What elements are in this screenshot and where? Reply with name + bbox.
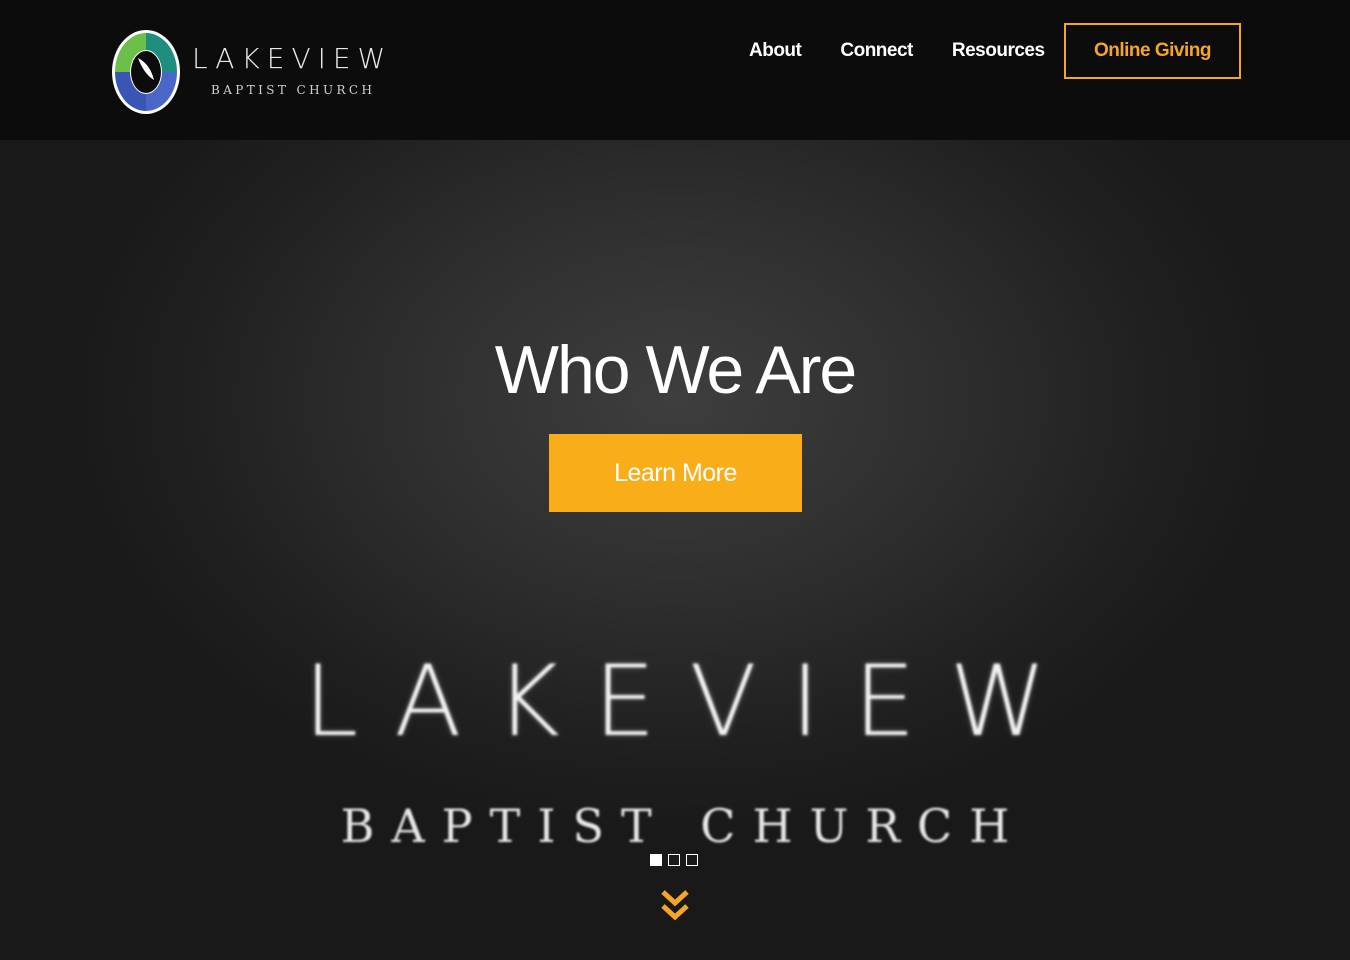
logo-mark-icon xyxy=(112,30,180,114)
hero-image-subtitle: BAPTIST CHURCH xyxy=(340,799,1027,853)
hero-title: Who We Are xyxy=(494,332,857,408)
hero-slider: Who We Are Learn More LAKEVIEW BAPTIST C… xyxy=(0,140,1350,960)
nav-about[interactable]: About xyxy=(749,38,802,64)
logo-subtitle: BAPTIST CHURCH xyxy=(211,83,376,97)
logo-name: LAKEVIEW xyxy=(192,42,393,75)
site-logo[interactable]: LAKEVIEW BAPTIST CHURCH xyxy=(110,28,385,116)
hero-image-name: LAKEVIEW xyxy=(303,645,1081,759)
slide-dot-2[interactable] xyxy=(668,854,680,866)
main-nav: About Connect Resources xyxy=(749,38,1084,64)
nav-connect[interactable]: Connect xyxy=(840,38,913,64)
site-header: LAKEVIEW BAPTIST CHURCH About Connect Re… xyxy=(0,0,1350,140)
slide-dot-1[interactable] xyxy=(650,854,662,866)
page: LAKEVIEW BAPTIST CHURCH About Connect Re… xyxy=(0,0,1350,960)
online-giving-button[interactable]: Online Giving xyxy=(1064,23,1241,79)
double-chevron-down-icon[interactable] xyxy=(660,886,690,926)
slide-indicators xyxy=(650,854,698,866)
nav-resources[interactable]: Resources xyxy=(952,38,1045,64)
slide-dot-3[interactable] xyxy=(686,854,698,866)
learn-more-button[interactable]: Learn More xyxy=(549,434,802,512)
